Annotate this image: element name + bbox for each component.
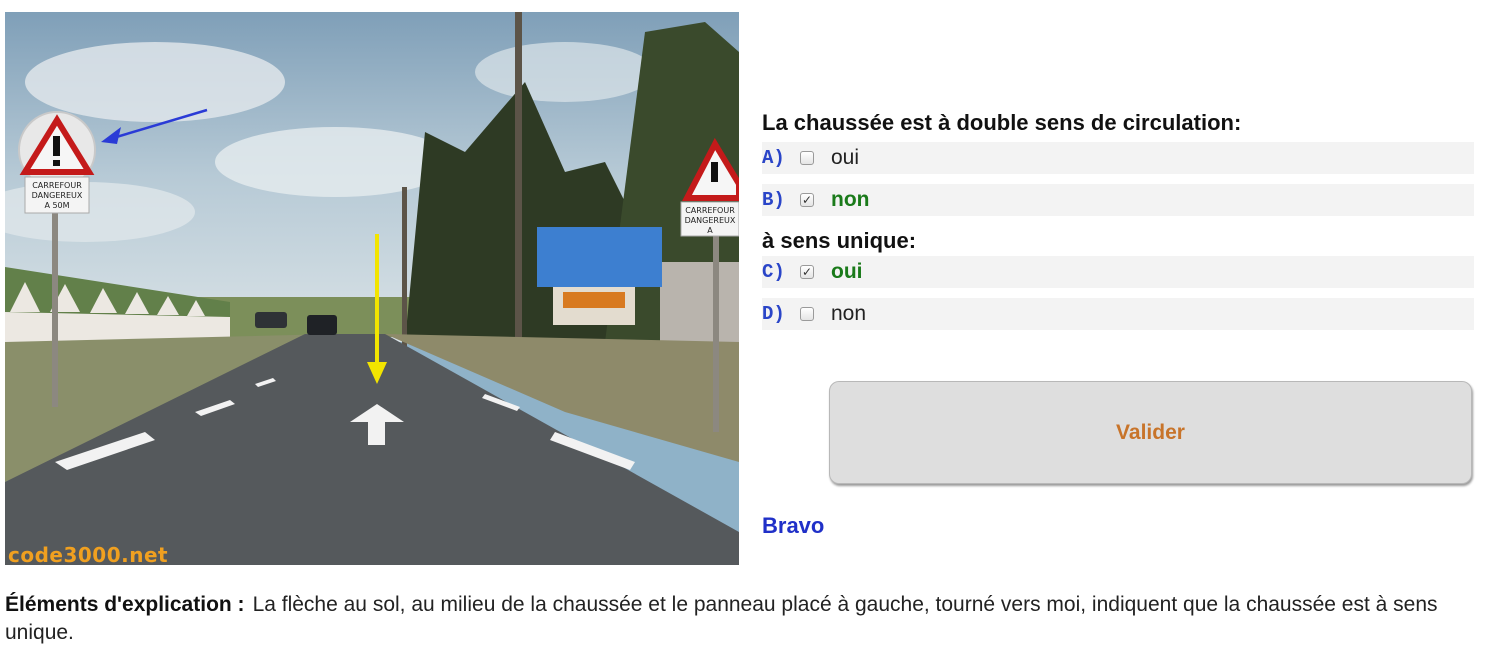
road-scene-image: CARREFOUR DANGEREUX A 50M CARREFOUR DANG… <box>5 12 739 565</box>
validate-button[interactable]: Valider <box>829 381 1472 484</box>
checkbox-a[interactable] <box>800 151 814 165</box>
answer-b[interactable]: B) ✓ non <box>762 184 1474 216</box>
answer-letter: C) <box>762 261 785 283</box>
svg-text:CARREFOUR: CARREFOUR <box>685 206 735 215</box>
answer-text: non <box>831 188 870 211</box>
svg-text:A 50M: A 50M <box>44 201 69 210</box>
checkbox-c[interactable]: ✓ <box>800 265 814 279</box>
answer-text: oui <box>831 146 860 169</box>
quiz-panel: La chaussée est à double sens de circula… <box>762 110 1474 340</box>
answer-letter: D) <box>762 303 785 325</box>
svg-text:DANGEREUX: DANGEREUX <box>685 216 736 225</box>
answer-text: oui <box>831 260 863 283</box>
answer-text: non <box>831 302 867 325</box>
question-photo: CARREFOUR DANGEREUX A 50M CARREFOUR DANG… <box>5 12 739 565</box>
question-title: La chaussée est à double sens de circula… <box>762 110 1242 135</box>
question-title: à sens unique: <box>762 228 917 253</box>
svg-text:A: A <box>707 226 713 235</box>
result-message: Bravo <box>762 513 825 538</box>
answer-c[interactable]: C) ✓ oui <box>762 256 1474 288</box>
answer-d[interactable]: D) non <box>762 298 1474 330</box>
answer-a[interactable]: A) oui <box>762 142 1474 174</box>
explanation-label: Éléments d'explication : <box>5 593 245 616</box>
explanation: Éléments d'explication : La flèche au sol… <box>5 591 1475 647</box>
checkbox-b[interactable]: ✓ <box>800 193 814 207</box>
watermark: code3000.net <box>8 543 169 565</box>
answer-letter: B) <box>762 189 785 211</box>
svg-text:DANGEREUX: DANGEREUX <box>32 191 83 200</box>
svg-text:CARREFOUR: CARREFOUR <box>32 181 82 190</box>
answer-letter: A) <box>762 147 785 169</box>
checkbox-d[interactable] <box>800 307 814 321</box>
